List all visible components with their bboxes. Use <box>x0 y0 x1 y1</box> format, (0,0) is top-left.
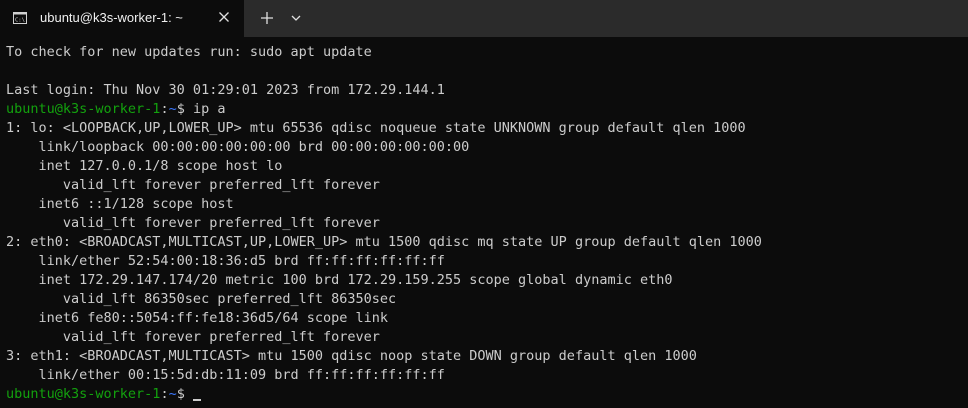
prompt-separator: : <box>160 101 169 117</box>
output-line: link/loopback 00:00:00:00:00:00 brd 00:0… <box>6 139 470 155</box>
tab-bar: C:\ ubuntu@k3s-worker-1: ~ <box>0 0 968 37</box>
output-line: inet 172.29.147.174/20 metric 100 brd 17… <box>6 272 673 288</box>
active-prompt-line[interactable]: ubuntu@k3s-worker-1:~$ <box>6 385 968 404</box>
chevron-down-icon[interactable] <box>291 14 301 22</box>
output-line: 1: lo: <LOOPBACK,UP,LOWER_UP> mtu 65536 … <box>6 120 746 136</box>
new-tab-plus-icon[interactable] <box>260 11 274 25</box>
terminal-line: Last login: Thu Nov 30 01:29:01 2023 fro… <box>6 82 445 98</box>
output-line: inet 127.0.0.1/8 scope host lo <box>6 158 283 174</box>
tab-title: ubuntu@k3s-worker-1: ~ <box>40 10 183 25</box>
terminal-icon: C:\ <box>13 12 27 24</box>
output-line: valid_lft forever preferred_lft forever <box>6 177 380 193</box>
prompt-path: ~ <box>168 101 177 117</box>
svg-text:C:\: C:\ <box>15 18 25 24</box>
output-line: link/ether 00:15:5d:db:11:09 brd ff:ff:f… <box>6 367 445 383</box>
close-icon[interactable] <box>218 11 230 23</box>
output-line: 3: eth1: <BROADCAST,MULTICAST> mtu 1500 … <box>6 348 697 364</box>
terminal-output[interactable]: To check for new updates run: sudo apt u… <box>0 37 968 408</box>
prompt-symbol: $ <box>176 101 193 117</box>
prompt-symbol: $ <box>176 386 193 402</box>
command-prompt-line: ubuntu@k3s-worker-1:~$ ip a <box>6 100 968 119</box>
prompt-user: ubuntu@k3s-worker-1 <box>6 101 161 117</box>
command-text: ip a <box>192 101 226 117</box>
output-line: inet6 fe80::5054:ff:fe18:36d5/64 scope l… <box>6 310 389 326</box>
output-line: valid_lft 86350sec preferred_lft 86350se… <box>6 291 397 307</box>
terminal-line: To check for new updates run: sudo apt u… <box>6 44 372 60</box>
prompt-user: ubuntu@k3s-worker-1 <box>6 386 161 402</box>
output-line: valid_lft forever preferred_lft forever <box>6 215 380 231</box>
output-line: inet6 ::1/128 scope host <box>6 196 234 212</box>
output-line: 2: eth0: <BROADCAST,MULTICAST,UP,LOWER_U… <box>6 234 762 250</box>
prompt-path: ~ <box>168 386 177 402</box>
tab-active[interactable]: C:\ ubuntu@k3s-worker-1: ~ <box>0 0 244 37</box>
output-line: valid_lft forever preferred_lft forever <box>6 329 380 345</box>
text-cursor <box>192 399 201 401</box>
output-line: link/ether 52:54:00:18:36:d5 brd ff:ff:f… <box>6 253 445 269</box>
prompt-separator: : <box>160 386 169 402</box>
